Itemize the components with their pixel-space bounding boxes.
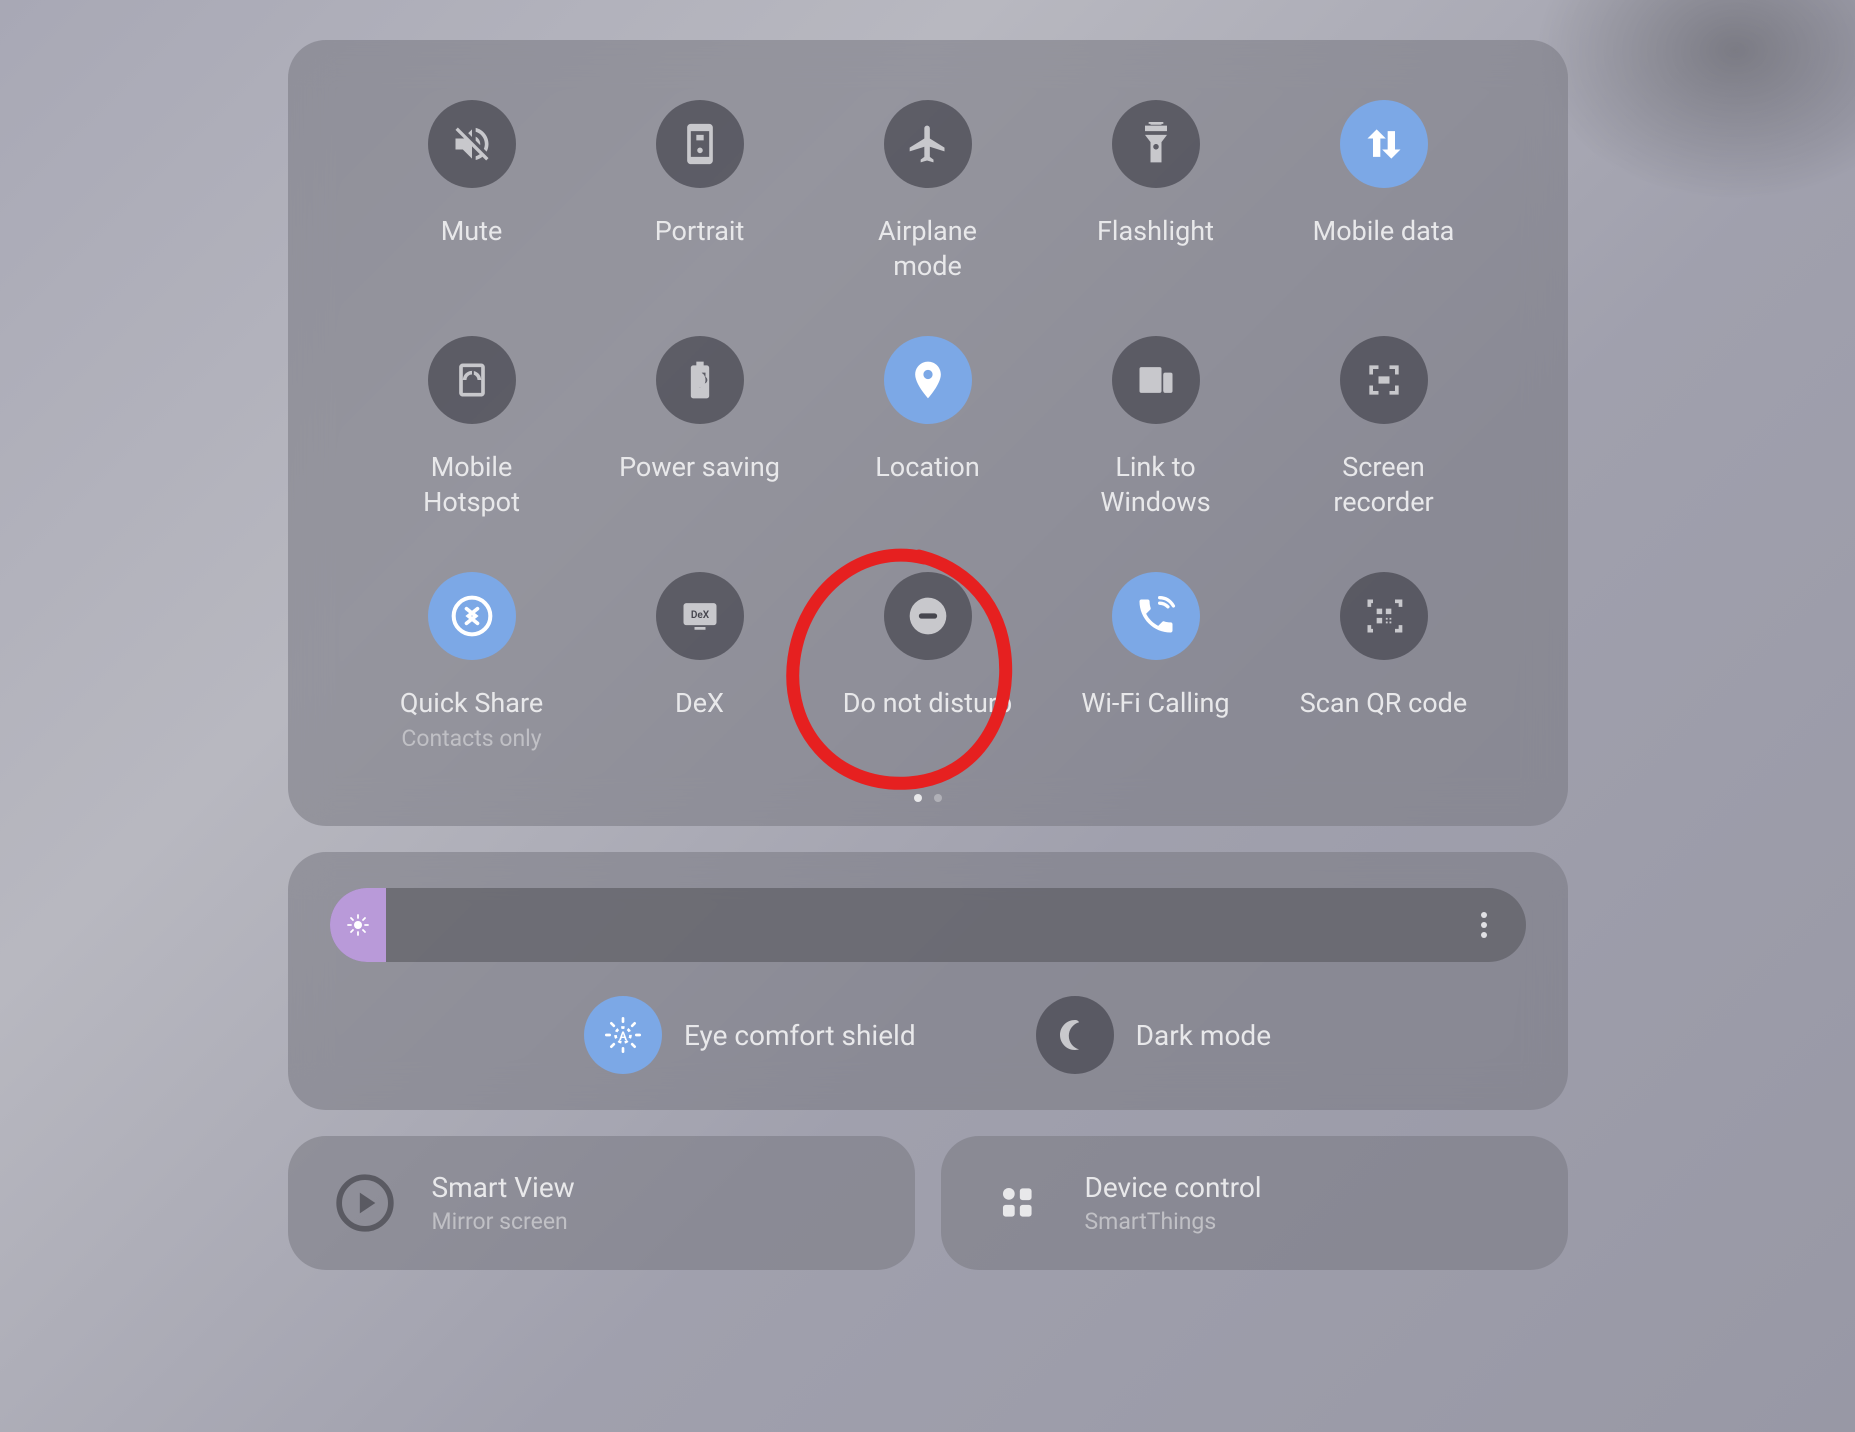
screen-recorder-tile[interactable]: Screen recorder xyxy=(1280,336,1488,520)
mobile-data-icon xyxy=(1340,100,1428,188)
dark-mode-icon xyxy=(1036,996,1114,1074)
location-icon xyxy=(884,336,972,424)
quick-share-tile[interactable]: Quick Share Contacts only xyxy=(368,572,576,752)
dnd-icon xyxy=(884,572,972,660)
quick-share-icon xyxy=(428,572,516,660)
wifi-calling-icon xyxy=(1112,572,1200,660)
smart-view-icon xyxy=(326,1164,404,1242)
brightness-more-button[interactable] xyxy=(1464,905,1504,945)
mute-label: Mute xyxy=(441,214,503,249)
link-windows-icon xyxy=(1112,336,1200,424)
page-dot-1[interactable] xyxy=(914,794,922,802)
device-control-title: Device control xyxy=(1085,1171,1262,1204)
mute-icon xyxy=(428,100,516,188)
dark-mode-label: Dark mode xyxy=(1136,1019,1271,1052)
smart-view-title: Smart View xyxy=(432,1171,575,1204)
page-dot-2[interactable] xyxy=(934,794,942,802)
device-control-subtitle: SmartThings xyxy=(1085,1208,1262,1235)
quick-settings-panel: Mute Portrait Airplane mode Flashlight xyxy=(288,40,1568,826)
dex-label: DeX xyxy=(675,686,724,721)
qr-icon xyxy=(1340,572,1428,660)
device-control-icon xyxy=(979,1164,1057,1242)
brightness-slider[interactable] xyxy=(330,888,1526,962)
dark-mode-toggle[interactable]: Dark mode xyxy=(1036,996,1271,1074)
brightness-icon xyxy=(346,913,370,937)
airplane-icon xyxy=(884,100,972,188)
quick-share-sublabel: Contacts only xyxy=(401,725,541,752)
link-to-windows-label: Link to Windows xyxy=(1071,450,1241,520)
flashlight-label: Flashlight xyxy=(1097,214,1214,249)
screen-recorder-label: Screen recorder xyxy=(1299,450,1469,520)
hotspot-icon xyxy=(428,336,516,424)
more-vertical-icon xyxy=(1481,912,1487,938)
mute-tile[interactable]: Mute xyxy=(368,100,576,284)
wifi-calling-tile[interactable]: Wi-Fi Calling xyxy=(1052,572,1260,752)
location-tile[interactable]: Location xyxy=(824,336,1032,520)
power-saving-tile[interactable]: Power saving xyxy=(596,336,804,520)
location-label: Location xyxy=(875,450,979,485)
airplane-mode-tile[interactable]: Airplane mode xyxy=(824,100,1032,284)
mobile-data-tile[interactable]: Mobile data xyxy=(1280,100,1488,284)
display-toggles-row: A Eye comfort shield Dark mode xyxy=(330,996,1526,1074)
svg-text:A: A xyxy=(619,1029,627,1043)
portrait-tile[interactable]: Portrait xyxy=(596,100,804,284)
eye-comfort-label: Eye comfort shield xyxy=(684,1019,916,1052)
quick-share-label: Quick Share xyxy=(400,686,543,721)
power-saving-label: Power saving xyxy=(619,450,780,485)
bottom-cards-row: Smart View Mirror screen Device control … xyxy=(288,1136,1568,1270)
scan-qr-label: Scan QR code xyxy=(1300,686,1467,721)
wifi-calling-label: Wi-Fi Calling xyxy=(1081,686,1229,721)
eye-comfort-icon: A xyxy=(584,996,662,1074)
brightness-panel: A Eye comfort shield Dark mode xyxy=(288,852,1568,1110)
dex-tile[interactable]: DeX DeX xyxy=(596,572,804,752)
dex-icon: DeX xyxy=(656,572,744,660)
do-not-disturb-label: Do not disturb xyxy=(843,686,1012,721)
quick-settings-grid: Mute Portrait Airplane mode Flashlight xyxy=(368,100,1488,752)
pagination-dots xyxy=(368,794,1488,802)
smart-view-card[interactable]: Smart View Mirror screen xyxy=(288,1136,915,1270)
brightness-slider-thumb xyxy=(330,888,386,962)
eye-comfort-toggle[interactable]: A Eye comfort shield xyxy=(584,996,916,1074)
mobile-hotspot-tile[interactable]: Mobile Hotspot xyxy=(368,336,576,520)
link-to-windows-tile[interactable]: Link to Windows xyxy=(1052,336,1260,520)
smart-view-subtitle: Mirror screen xyxy=(432,1208,575,1235)
device-control-card[interactable]: Device control SmartThings xyxy=(941,1136,1568,1270)
scan-qr-tile[interactable]: Scan QR code xyxy=(1280,572,1488,752)
portrait-icon xyxy=(656,100,744,188)
screen-recorder-icon xyxy=(1340,336,1428,424)
flashlight-tile[interactable]: Flashlight xyxy=(1052,100,1260,284)
svg-text:DeX: DeX xyxy=(690,610,709,621)
do-not-disturb-tile[interactable]: Do not disturb xyxy=(824,572,1032,752)
portrait-label: Portrait xyxy=(655,214,745,249)
airplane-mode-label: Airplane mode xyxy=(843,214,1013,284)
flashlight-icon xyxy=(1112,100,1200,188)
mobile-hotspot-label: Mobile Hotspot xyxy=(387,450,557,520)
power-saving-icon xyxy=(656,336,744,424)
mobile-data-label: Mobile data xyxy=(1313,214,1455,249)
